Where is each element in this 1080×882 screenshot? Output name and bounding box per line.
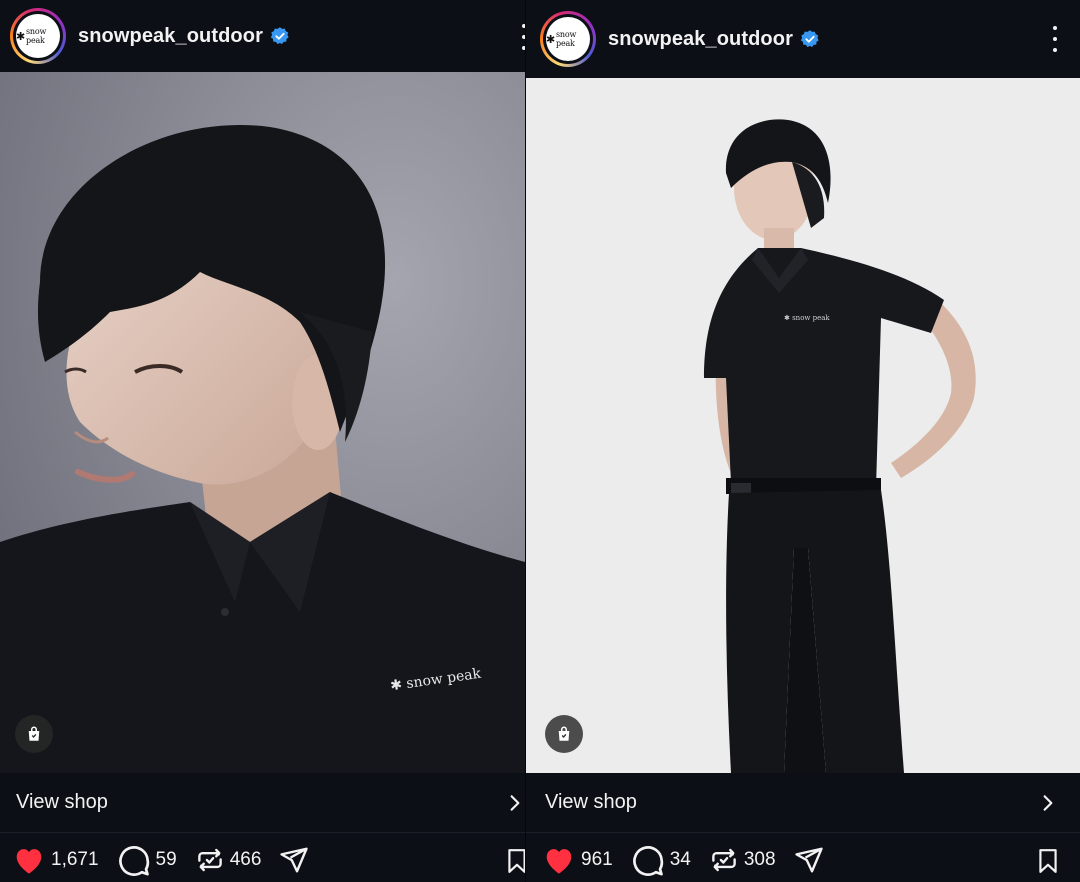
like-count: 961 bbox=[581, 849, 613, 870]
repost-count: 466 bbox=[229, 849, 262, 870]
chevron-right-icon bbox=[1043, 795, 1053, 811]
shopping-bag-icon[interactable] bbox=[15, 715, 53, 753]
shopping-bag-icon[interactable] bbox=[545, 715, 583, 753]
comment-icon bbox=[632, 846, 663, 876]
comment-count: 34 bbox=[669, 849, 691, 870]
comment-button[interactable]: 34 bbox=[631, 843, 691, 877]
shirt-logo-print: ✱ snow peak bbox=[784, 314, 830, 322]
avatar-inner: ✱ snow peak bbox=[13, 11, 63, 61]
repost-icon bbox=[712, 848, 736, 872]
share-button[interactable] bbox=[279, 845, 309, 875]
repost-count: 308 bbox=[743, 849, 776, 870]
username[interactable]: snowpeak_outdoor bbox=[608, 28, 793, 51]
post-card-left: ✱ snow peak snowpeak_outdoor ✱ snow peak… bbox=[0, 0, 525, 882]
post-actions-bar: 1,671 59 466 bbox=[0, 838, 525, 882]
heart-icon bbox=[16, 849, 42, 874]
share-icon bbox=[794, 847, 823, 873]
shirt-logo-text: snow peak bbox=[792, 314, 830, 322]
full-body-portrait-image bbox=[526, 78, 1080, 773]
view-shop-row[interactable]: View shop bbox=[0, 773, 525, 833]
view-shop-label: View shop bbox=[16, 791, 108, 813]
post-card-right: ✱ snow peak snowpeak_outdoor ✱ snow peak… bbox=[526, 0, 1080, 882]
verified-badge-icon bbox=[800, 30, 819, 48]
username[interactable]: snowpeak_outdoor bbox=[78, 25, 263, 48]
bookmark-icon[interactable] bbox=[505, 848, 525, 874]
snowflake-logo-icon: ✱ bbox=[546, 32, 556, 46]
portrait-closeup-image bbox=[0, 72, 525, 773]
share-icon bbox=[280, 847, 309, 873]
like-button[interactable]: 1,671 bbox=[12, 845, 99, 875]
chevron-right-icon bbox=[510, 795, 520, 811]
post-photo[interactable]: ✱ snow peak bbox=[0, 72, 525, 773]
snowflake-logo-icon: ✱ bbox=[16, 29, 26, 43]
comment-count: 59 bbox=[155, 849, 177, 870]
post-photo[interactable]: ✱ snow peak bbox=[526, 78, 1080, 773]
repost-button[interactable]: 466 bbox=[195, 845, 262, 875]
repost-icon bbox=[197, 848, 222, 872]
post-actions-bar: 961 34 308 bbox=[526, 838, 1080, 882]
view-shop-row[interactable]: View shop bbox=[526, 773, 1080, 833]
heart-icon bbox=[546, 849, 572, 874]
post-header: ✱ snow peak snowpeak_outdoor bbox=[526, 0, 1080, 78]
share-button[interactable] bbox=[794, 845, 824, 875]
avatar-logo-text: snow peak bbox=[26, 27, 47, 45]
avatar: ✱ snow peak bbox=[546, 17, 590, 61]
avatar-inner: ✱ snow peak bbox=[543, 14, 593, 64]
like-button[interactable]: 961 bbox=[542, 845, 613, 875]
comment-button[interactable]: 59 bbox=[117, 843, 177, 877]
avatar-logo-text: snow peak bbox=[556, 30, 577, 48]
post-header: ✱ snow peak snowpeak_outdoor bbox=[0, 0, 525, 72]
view-shop-label: View shop bbox=[545, 791, 637, 813]
bookmark-icon[interactable] bbox=[1036, 848, 1060, 874]
profile-avatar-story-ring[interactable]: ✱ snow peak bbox=[10, 8, 66, 64]
repost-button[interactable]: 308 bbox=[709, 845, 776, 875]
comment-icon bbox=[118, 846, 149, 876]
verified-badge-icon bbox=[270, 27, 289, 45]
profile-avatar-story-ring[interactable]: ✱ snow peak bbox=[540, 11, 596, 67]
like-count: 1,671 bbox=[51, 849, 99, 870]
more-options-icon[interactable] bbox=[1052, 26, 1058, 52]
avatar: ✱ snow peak bbox=[16, 14, 60, 58]
